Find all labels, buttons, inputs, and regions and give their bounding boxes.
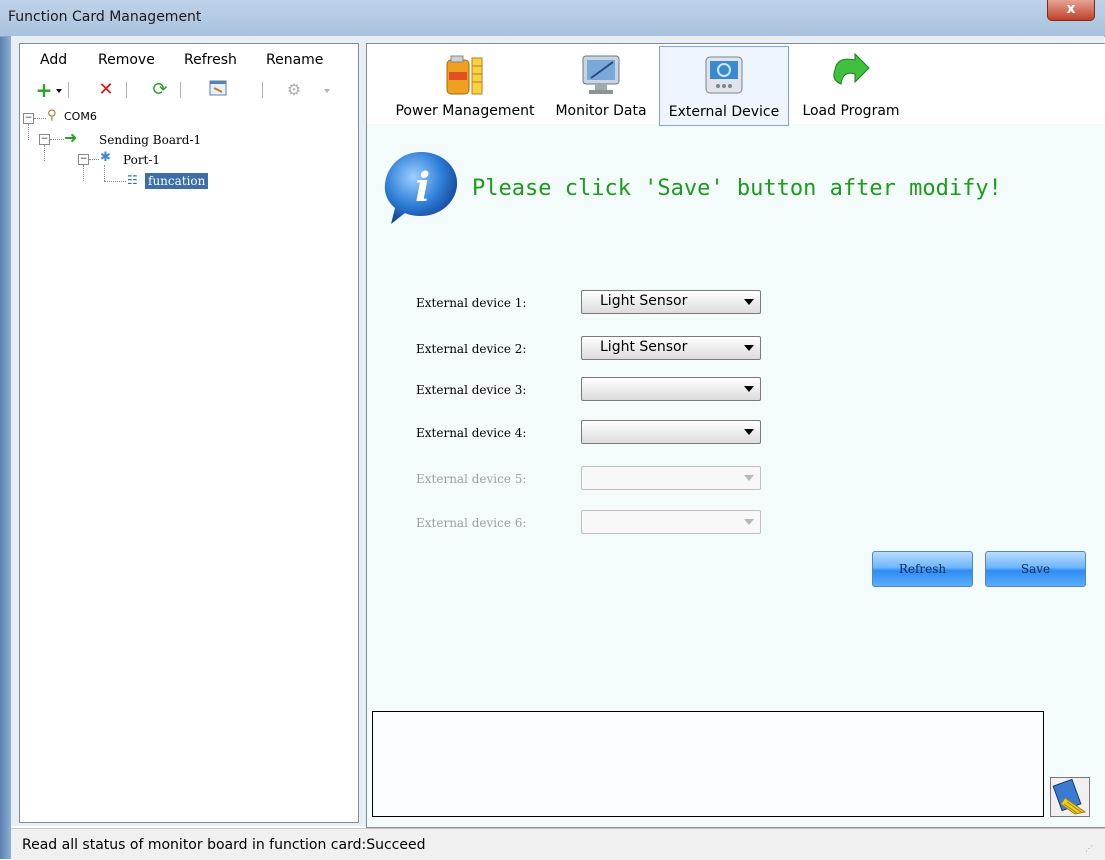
- tab-monitor-data[interactable]: Monitor Data: [551, 46, 651, 124]
- tree-item-function[interactable]: funcation: [145, 173, 209, 189]
- tree-item-sending-board[interactable]: Sending Board-1: [99, 133, 201, 147]
- menu-rename[interactable]: Rename: [266, 52, 323, 68]
- tab-monitor-data-label: Monitor Data: [555, 103, 647, 119]
- tab-load-program[interactable]: Load Program: [791, 46, 911, 124]
- settings-dropdown-icon: [324, 89, 330, 93]
- tree-line: [34, 118, 46, 119]
- device-tree-panel: Add Remove Refresh Rename + ✕ ⟳ ⚙ − ⚲ CO…: [19, 43, 359, 823]
- save-reminder-message: Please click 'Save' button after modify!: [472, 176, 1002, 201]
- external-device-2-select[interactable]: Light Sensor: [581, 336, 761, 360]
- broom-icon: [1052, 778, 1087, 815]
- svg-text:i: i: [415, 164, 430, 211]
- collapse-icon[interactable]: −: [23, 113, 34, 124]
- chevron-down-icon: [744, 475, 754, 481]
- toolbar-separator: [180, 82, 181, 98]
- resize-grip-icon[interactable]: ⋰: [1085, 844, 1095, 854]
- tab-power-management-label: Power Management: [395, 103, 535, 119]
- content-panel: Power Management Monitor Data External D…: [366, 43, 1105, 828]
- collapse-icon[interactable]: −: [78, 154, 89, 165]
- download-arrow-icon: [833, 52, 870, 85]
- tree-item-com[interactable]: COM6: [64, 110, 97, 123]
- function-tabs: Power Management Monitor Data External D…: [367, 44, 1105, 126]
- external-device-icon: [705, 56, 743, 94]
- external-device-4-label: External device 4:: [416, 426, 527, 440]
- refresh-icon[interactable]: ⟳: [150, 80, 170, 100]
- settings-icon: ⚙: [286, 80, 302, 99]
- log-output[interactable]: [372, 711, 1044, 817]
- monitor-icon: [582, 55, 620, 94]
- tree-menu: Add Remove Refresh Rename: [20, 44, 358, 76]
- external-device-5-label: External device 5:: [416, 472, 527, 486]
- tree-line: [50, 139, 64, 140]
- toolbar-separator: [126, 82, 127, 98]
- external-device-5-select: [581, 466, 761, 490]
- chevron-down-icon: [744, 519, 754, 525]
- sending-board-icon: ➜: [64, 128, 78, 147]
- chevron-down-icon: [744, 345, 754, 351]
- external-device-3-select[interactable]: [581, 377, 761, 401]
- add-dropdown-icon[interactable]: [56, 89, 62, 93]
- external-device-2-label: External device 2:: [416, 342, 527, 356]
- close-button[interactable]: x: [1047, 0, 1095, 21]
- external-device-3-label: External device 3:: [416, 383, 527, 397]
- chevron-down-icon: [744, 299, 754, 305]
- tree-line: [89, 159, 99, 160]
- tab-external-device-label: External Device: [668, 104, 780, 120]
- tree-line: [83, 165, 84, 181]
- menu-remove[interactable]: Remove: [98, 52, 155, 68]
- title-bar: Function Card Management x: [0, 0, 1105, 37]
- tree-toolbar: + ✕ ⟳ ⚙: [20, 76, 358, 104]
- function-card-icon: ☷: [127, 173, 138, 187]
- menu-refresh[interactable]: Refresh: [184, 52, 237, 68]
- battery-icon: [446, 55, 483, 95]
- chevron-down-icon: [744, 429, 754, 435]
- clear-log-button[interactable]: [1050, 777, 1090, 817]
- com-port-icon: ⚲: [47, 108, 57, 123]
- tree-line: [104, 165, 105, 181]
- port-icon: ✱: [100, 150, 111, 165]
- external-device-6-label: External device 6:: [416, 516, 527, 530]
- status-message: Read all status of monitor board in func…: [22, 837, 426, 853]
- toolbar-separator: [68, 82, 69, 98]
- external-device-4-select[interactable]: [581, 420, 761, 444]
- status-bar: Read all status of monitor board in func…: [11, 828, 1105, 860]
- rename-icon[interactable]: [208, 80, 228, 100]
- toolbar-separator: [262, 82, 263, 98]
- window-title: Function Card Management: [8, 9, 202, 25]
- tab-power-management[interactable]: Power Management: [381, 46, 549, 124]
- refresh-button[interactable]: Refresh: [872, 551, 973, 587]
- external-device-2-value: Light Sensor: [600, 339, 688, 355]
- tree-line: [44, 145, 45, 161]
- external-device-1-select[interactable]: Light Sensor: [581, 290, 761, 314]
- tab-load-program-label: Load Program: [802, 103, 900, 119]
- add-icon[interactable]: +: [34, 80, 54, 100]
- tab-external-device[interactable]: External Device: [659, 46, 789, 126]
- external-device-6-select: [581, 510, 761, 534]
- window-left-edge: [0, 36, 11, 859]
- external-device-1-value: Light Sensor: [600, 293, 688, 309]
- tree-line: [104, 181, 126, 182]
- info-icon: i: [384, 152, 458, 224]
- tree-item-port[interactable]: Port-1: [123, 153, 160, 167]
- collapse-icon[interactable]: −: [39, 134, 50, 145]
- chevron-down-icon: [744, 386, 754, 392]
- save-button[interactable]: Save: [985, 551, 1086, 587]
- tree-line: [28, 124, 29, 140]
- menu-add[interactable]: Add: [40, 52, 67, 68]
- remove-icon[interactable]: ✕: [96, 80, 116, 100]
- external-device-1-label: External device 1:: [416, 296, 527, 310]
